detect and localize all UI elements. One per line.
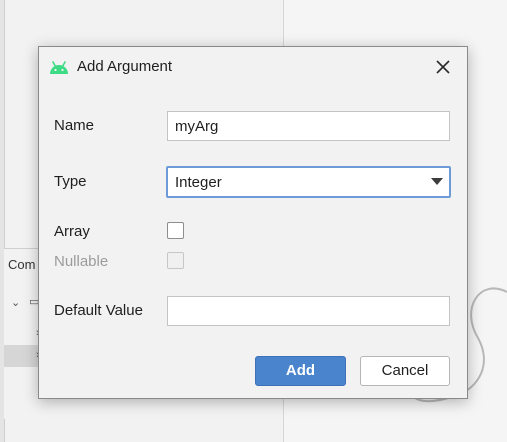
default-value-label: Default Value	[54, 302, 143, 319]
type-select-value: Integer	[175, 174, 222, 191]
chevron-down-icon[interactable]: ⌄	[11, 298, 20, 309]
default-value-input[interactable]	[167, 296, 450, 326]
name-label: Name	[54, 117, 95, 134]
android-icon	[50, 61, 68, 74]
array-checkbox[interactable]	[167, 222, 184, 239]
dropdown-arrow-icon[interactable]	[431, 178, 443, 186]
cancel-button[interactable]: Cancel	[360, 356, 450, 386]
name-input[interactable]	[167, 111, 450, 141]
dialog-titlebar[interactable]: Add Argument	[39, 47, 467, 87]
dialog-title: Add Argument	[77, 58, 173, 75]
type-select[interactable]: Integer	[166, 166, 451, 198]
add-argument-dialog: Add Argument Name Type Integer Array Nul…	[38, 46, 468, 399]
nullable-checkbox	[167, 252, 184, 269]
tree-header: Com	[8, 257, 36, 272]
type-label: Type	[54, 173, 87, 190]
array-label: Array	[54, 223, 90, 240]
nullable-label: Nullable	[54, 253, 109, 270]
close-icon[interactable]	[433, 57, 453, 77]
add-button[interactable]: Add	[255, 356, 346, 386]
